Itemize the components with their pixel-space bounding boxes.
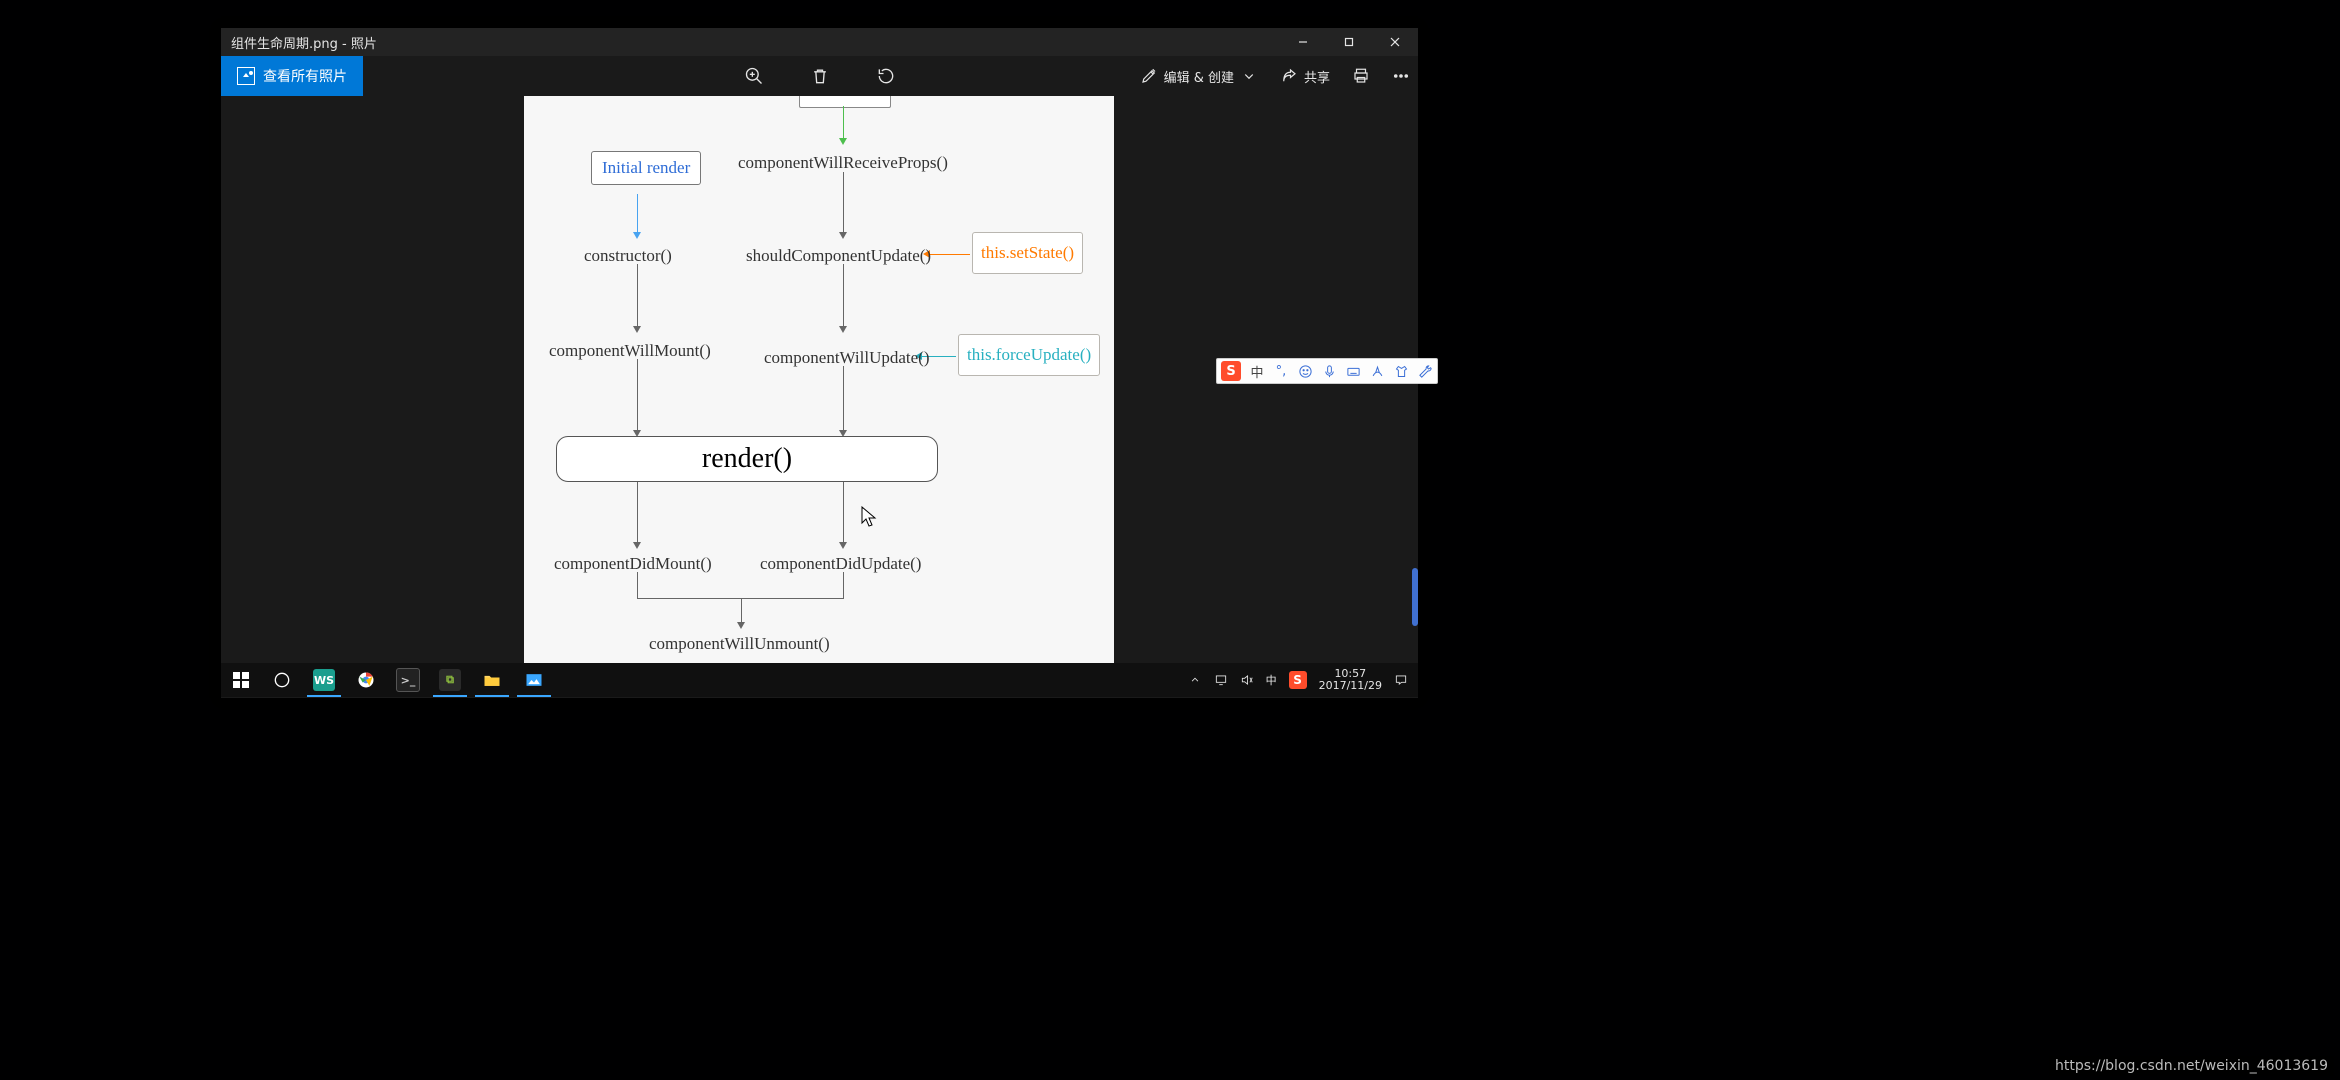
zoom-in-button[interactable]	[742, 64, 766, 88]
share-button[interactable]: 共享	[1280, 67, 1330, 86]
close-button[interactable]	[1372, 28, 1418, 56]
ime-voice-icon[interactable]	[1321, 363, 1337, 379]
see-all-photos-button[interactable]: 查看所有照片	[221, 56, 363, 96]
taskbar-app-chrome[interactable]	[345, 663, 387, 697]
ime-emoji-icon[interactable]	[1297, 363, 1313, 379]
windows-taskbar: WS >_ ⧉ 中 S 10:57 2017/11/29	[221, 663, 1418, 697]
more-icon	[1392, 67, 1410, 85]
mouse-cursor	[861, 506, 877, 528]
edit-icon	[1140, 67, 1158, 85]
diagram-component-will-receive-props: componentWillReceiveProps()	[738, 153, 948, 173]
ime-settings-icon[interactable]	[1417, 363, 1433, 379]
tray-ime-lang[interactable]: 中	[1266, 672, 1277, 688]
diagram-should-component-update: shouldComponentUpdate()	[746, 246, 931, 266]
share-label: 共享	[1304, 67, 1330, 86]
tray-volume-icon[interactable]	[1240, 673, 1254, 687]
ime-lang[interactable]: 中	[1249, 363, 1265, 379]
titlebar: 组件生命周期.png - 照片	[221, 28, 1418, 56]
tray-date: 2017/11/29	[1319, 680, 1382, 692]
print-button[interactable]	[1352, 67, 1370, 85]
toolbar: 查看所有照片 编辑 & 创建 共享	[221, 56, 1418, 96]
taskbar-app-terminal[interactable]: >_	[387, 663, 429, 697]
chevron-down-icon	[1240, 67, 1258, 85]
delete-button[interactable]	[808, 64, 832, 88]
ime-punct[interactable]: °,	[1273, 363, 1289, 379]
diagram-initial-render: Initial render	[591, 151, 701, 185]
cortana-button[interactable]	[261, 663, 303, 697]
diagram-component-will-update: componentWillUpdate()	[764, 348, 929, 368]
see-all-label: 查看所有照片	[263, 66, 347, 86]
diagram-component-did-update: componentDidUpdate()	[760, 554, 921, 574]
diagram-force-update: this.forceUpdate()	[958, 334, 1100, 376]
diagram-box-partial	[799, 96, 891, 108]
diagram-render: render()	[556, 436, 938, 482]
diagram-set-state: this.setState()	[972, 232, 1083, 274]
collection-icon	[237, 67, 255, 85]
diagram-component-will-mount: componentWillMount()	[549, 341, 711, 361]
footer-url: https://blog.csdn.net/weixin_46013619	[2049, 1056, 2334, 1076]
rotate-button[interactable]	[874, 64, 898, 88]
taskbar-app-photos[interactable]	[513, 663, 555, 697]
sogou-ime-toolbar[interactable]: S 中 °,	[1216, 358, 1438, 384]
diagram-component-did-mount: componentDidMount()	[554, 554, 712, 574]
window-title: 组件生命周期.png - 照片	[231, 33, 377, 52]
ime-keyboard-icon[interactable]	[1345, 363, 1361, 379]
diagram-constructor: constructor()	[584, 246, 672, 266]
tray-clock[interactable]: 10:57 2017/11/29	[1319, 668, 1382, 692]
sogou-logo-icon: S	[1221, 361, 1241, 381]
system-tray: 中 S 10:57 2017/11/29	[1188, 668, 1418, 692]
ime-skin-icon[interactable]	[1393, 363, 1409, 379]
ime-handwrite-icon[interactable]	[1369, 363, 1385, 379]
maximize-button[interactable]	[1326, 28, 1372, 56]
minimize-button[interactable]	[1280, 28, 1326, 56]
edit-create-label: 编辑 & 创建	[1164, 67, 1234, 86]
taskbar-app-webstorm[interactable]: WS	[303, 663, 345, 697]
tray-display-icon[interactable]	[1214, 673, 1228, 687]
tray-action-center-icon[interactable]	[1394, 673, 1408, 687]
taskbar-app-vscode[interactable]: ⧉	[429, 663, 471, 697]
taskbar-app-explorer[interactable]	[471, 663, 513, 697]
print-icon	[1352, 67, 1370, 85]
scroll-indicator[interactable]	[1412, 568, 1418, 626]
more-button[interactable]	[1392, 67, 1410, 85]
share-icon	[1280, 67, 1298, 85]
tray-sogou-icon[interactable]: S	[1289, 671, 1307, 689]
start-button[interactable]	[221, 663, 261, 697]
diagram-component-will-unmount: componentWillUnmount()	[649, 634, 830, 654]
tray-chevron-up-icon[interactable]	[1188, 673, 1202, 687]
image-canvas[interactable]: Initial render constructor() componentWi…	[524, 96, 1114, 666]
edit-create-button[interactable]: 编辑 & 创建	[1140, 67, 1258, 86]
